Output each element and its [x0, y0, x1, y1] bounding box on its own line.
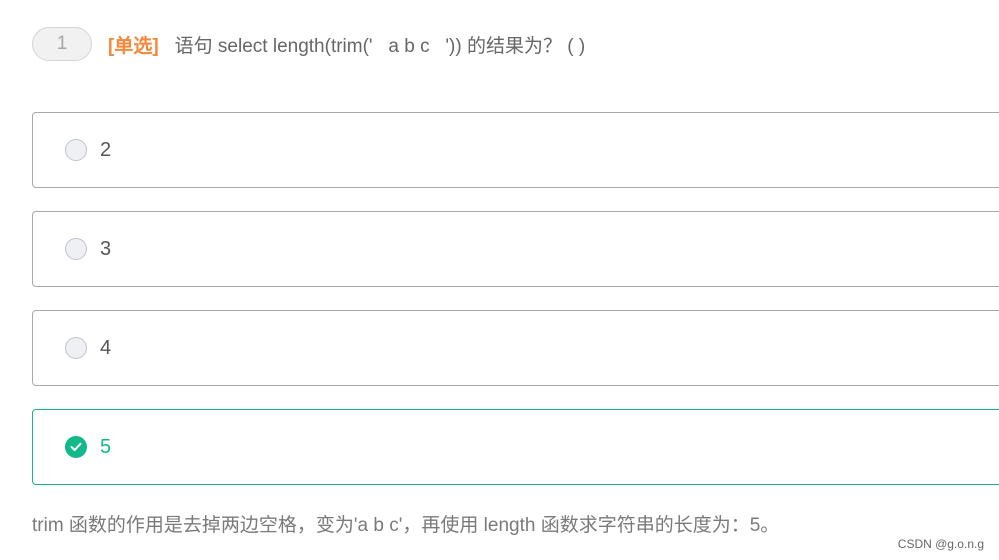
radio-button-icon[interactable]: [65, 238, 87, 260]
option-label: 5: [100, 435, 112, 458]
option-4[interactable]: 4: [32, 310, 999, 386]
option-2[interactable]: 2: [32, 112, 999, 188]
question-type-label: [单选]: [108, 35, 159, 57]
option-label: 3: [100, 237, 112, 260]
option-label: 4: [100, 336, 112, 359]
answer-explanation: trim 函数的作用是去掉两边空格，变为'a b c'，再使用 length 函…: [32, 515, 780, 536]
check-circle-icon[interactable]: [65, 436, 87, 458]
option-5[interactable]: 5: [32, 409, 999, 485]
radio-button-icon[interactable]: [65, 139, 87, 161]
radio-button-icon[interactable]: [65, 337, 87, 359]
option-3[interactable]: 3: [32, 211, 999, 287]
watermark: CSDN @g.o.n.g: [897, 537, 984, 551]
option-label: 2: [100, 138, 112, 161]
question-header: 1 [单选] 语句 select length(trim(' a b c '))…: [32, 26, 585, 62]
question-number-badge: 1: [32, 27, 92, 61]
question-text: 语句 select length(trim(' a b c ')) 的结果为？ …: [174, 35, 586, 57]
